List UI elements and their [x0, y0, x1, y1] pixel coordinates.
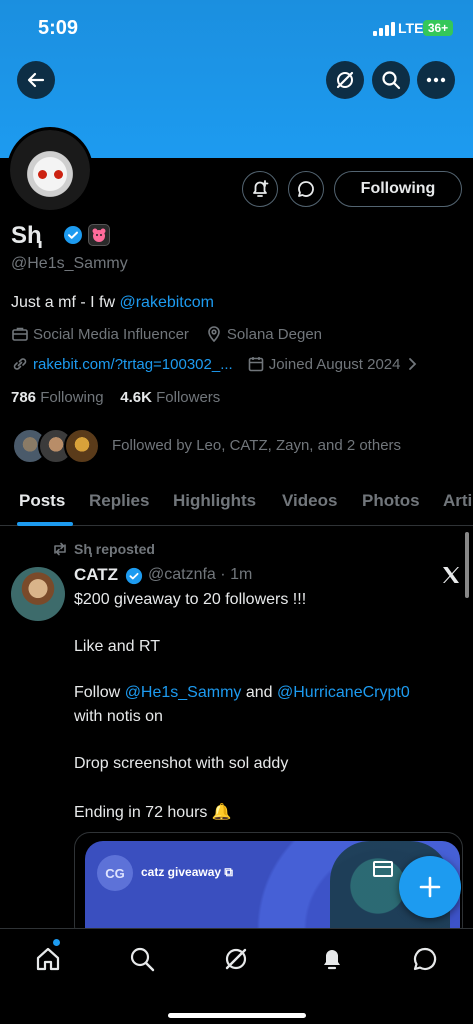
following-button[interactable]: Following — [334, 171, 462, 207]
tab-replies[interactable]: Replies — [89, 491, 149, 511]
x-logo-icon — [443, 567, 459, 583]
post-text-line: with notis on — [74, 708, 163, 725]
followers-label: Followers — [156, 389, 221, 406]
bio-text: Just a mf - I fw — [11, 294, 120, 311]
following-label: Following — [40, 389, 104, 406]
post-text-line: Follow @He1s_Sammy and @HurricaneCrypt0 — [74, 684, 410, 702]
location-pin-icon — [208, 326, 220, 343]
scrollbar[interactable] — [465, 532, 469, 598]
compose-button[interactable] — [399, 856, 461, 918]
tab-articles[interactable]: Arti — [443, 491, 472, 511]
more-button[interactable] — [417, 61, 455, 99]
search-icon — [382, 71, 401, 90]
followed-by-text[interactable]: Followed by Leo, CATZ, Zayn, and 2 other… — [112, 437, 401, 454]
signal-icon — [373, 22, 395, 36]
post-and-text: and — [241, 684, 277, 701]
profile-name: Sⱨ — [11, 222, 42, 249]
repost-indicator: Sⱨ reposted — [52, 541, 155, 557]
post-mention-link[interactable]: @He1s_Sammy — [125, 684, 242, 701]
profile-meta-row-2: rakebit.com/?trtag=100302_... Joined Aug… — [11, 355, 421, 373]
chevron-right-icon[interactable] — [407, 357, 417, 371]
verified-badge-icon — [125, 567, 143, 585]
following-count: 786 — [11, 389, 37, 406]
link-icon — [13, 358, 27, 370]
card-title-text: catz giveaway — [141, 865, 222, 879]
profile-avatar[interactable] — [7, 127, 93, 213]
avatar-eye — [54, 170, 63, 179]
grok-icon — [336, 71, 354, 89]
post-author-meta: @catznfa · 1m — [148, 566, 252, 584]
bell-plus-icon — [253, 180, 269, 197]
followers-count-link[interactable]: 4.6K Followers — [120, 389, 220, 406]
back-button[interactable] — [17, 61, 55, 99]
post-time[interactable]: 1m — [230, 566, 252, 583]
follow-counts: 786 Following 4.6K Followers — [11, 389, 220, 406]
notifications-icon[interactable] — [318, 945, 346, 973]
post-follow-prefix: Follow — [74, 684, 125, 701]
notify-button[interactable] — [242, 171, 278, 207]
profile-meta-row: Social Media Influencer Solana Degen — [11, 325, 322, 343]
messages-icon[interactable] — [411, 945, 439, 973]
status-bar: 5:09 LTE 36+ — [0, 0, 473, 56]
arrow-left-icon — [27, 72, 45, 88]
home-indicator[interactable] — [168, 1013, 306, 1018]
profile-category: Social Media Influencer — [33, 325, 189, 343]
profile-bio: Just a mf - I fw @rakebitcom — [11, 294, 214, 312]
copy-icon: ⧉ — [224, 865, 233, 879]
battery-icon: 36+ — [423, 20, 453, 36]
briefcase-icon — [12, 327, 28, 341]
bio-mention-link[interactable]: @rakebitcom — [119, 294, 214, 311]
network-label: LTE — [398, 20, 424, 36]
avatar-image — [10, 130, 90, 210]
bear-face-icon — [92, 228, 106, 242]
bottom-navigation — [0, 928, 473, 1024]
profile-joined-date: Joined August 2024 — [268, 355, 401, 373]
plus-icon — [419, 876, 441, 898]
search-icon[interactable] — [128, 945, 156, 973]
profile-location: Solana Degen — [226, 325, 322, 343]
message-bubble-icon — [298, 181, 314, 197]
message-button[interactable] — [288, 171, 324, 207]
post-mention-link[interactable]: @HurricaneCrypt0 — [277, 684, 410, 701]
home-icon[interactable] — [34, 945, 62, 973]
tab-videos[interactable]: Videos — [282, 491, 337, 511]
affiliate-badge-icon[interactable] — [88, 224, 110, 246]
status-time: 5:09 — [38, 17, 79, 39]
follower-avatar — [64, 428, 100, 464]
post-author-name[interactable]: CATZ — [74, 565, 118, 585]
active-tab-indicator — [17, 522, 73, 526]
card-avatar: CG — [97, 855, 133, 891]
post-text-line: Like and RT — [74, 638, 160, 655]
credit-card-icon — [373, 861, 393, 877]
grok-icon[interactable] — [222, 945, 250, 973]
profile-website-link[interactable]: rakebit.com/?trtag=100302_... — [33, 356, 233, 373]
calendar-icon — [248, 357, 264, 372]
tab-photos[interactable]: Photos — [362, 491, 420, 511]
home-notification-dot — [53, 939, 60, 946]
following-count-link[interactable]: 786 Following — [11, 389, 104, 406]
post-dot: · — [220, 566, 226, 583]
post-author-avatar[interactable] — [11, 567, 65, 621]
more-horizontal-icon — [426, 77, 446, 83]
grok-button[interactable] — [326, 61, 364, 99]
repost-icon — [54, 542, 66, 556]
tab-highlights[interactable]: Highlights — [173, 491, 256, 511]
verified-badge-icon — [64, 226, 82, 244]
tab-posts[interactable]: Posts — [19, 491, 65, 511]
repost-label[interactable]: Sⱨ reposted — [74, 541, 155, 557]
profile-handle: @He1s_Sammy — [11, 255, 128, 272]
followers-count: 4.6K — [120, 389, 152, 406]
profile-tabs: Posts Replies Highlights Videos Photos A… — [0, 478, 473, 526]
card-title: catz giveaway ⧉ — [141, 865, 233, 880]
post-text-line: Ending in 72 hours 🔔 — [74, 804, 232, 821]
post-text-line: $200 giveaway to 20 followers !!! — [74, 591, 307, 608]
post-author-handle[interactable]: @catznfa — [148, 566, 216, 583]
post-text-line: Drop screenshot with sol addy — [74, 755, 289, 772]
followed-by-avatars[interactable] — [12, 428, 104, 466]
avatar-eye — [38, 170, 47, 179]
search-button[interactable] — [372, 61, 410, 99]
